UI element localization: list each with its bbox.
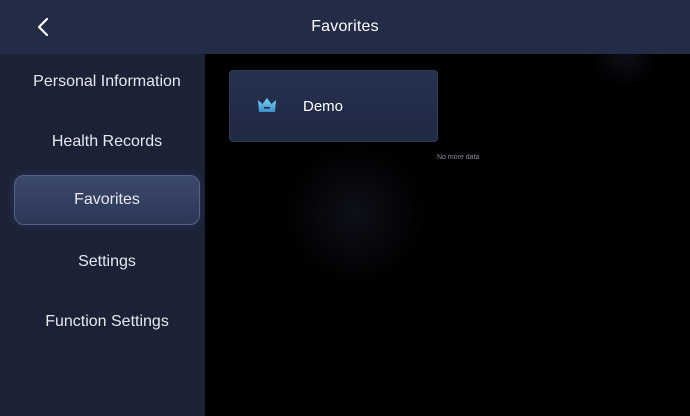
background-glow [585, 54, 665, 84]
sidebar-item-favorites[interactable]: Favorites [14, 175, 200, 225]
back-button[interactable] [28, 12, 58, 42]
sidebar-item-label: Personal Information [33, 73, 181, 90]
sidebar-item-label: Favorites [74, 191, 140, 208]
background-glow [285, 144, 425, 284]
sidebar-item-settings[interactable]: Settings [14, 237, 200, 287]
favorites-screen: Favorites Personal Information Health Re… [0, 0, 690, 416]
no-more-data-text: No more data [437, 154, 480, 161]
sidebar: Personal Information Health Records Favo… [0, 54, 205, 416]
chevron-left-icon [37, 17, 49, 37]
page-title: Favorites [311, 18, 379, 35]
sidebar-item-personal-information[interactable]: Personal Information [14, 57, 200, 107]
favorite-label: Demo [303, 97, 344, 115]
sidebar-item-function-settings[interactable]: Function Settings [14, 297, 200, 347]
favorite-card-demo[interactable]: Demo [229, 70, 438, 142]
top-bar: Favorites [0, 0, 690, 54]
sidebar-item-label: Settings [78, 253, 136, 270]
favorites-content: Demo No more data [205, 54, 690, 416]
sidebar-item-health-records[interactable]: Health Records [14, 117, 200, 167]
crown-icon [257, 97, 277, 115]
sidebar-item-label: Function Settings [45, 313, 169, 330]
sidebar-item-label: Health Records [51, 133, 163, 150]
